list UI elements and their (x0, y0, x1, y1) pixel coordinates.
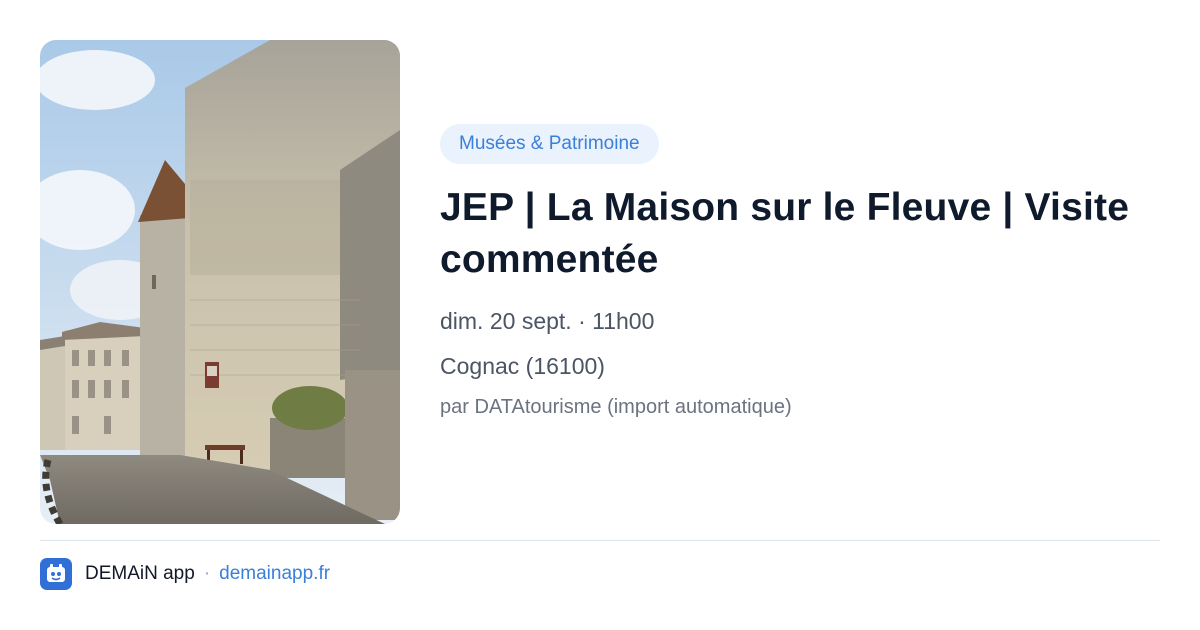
event-location: Cognac (16100) (440, 353, 605, 379)
app-name: DEMAiN app (85, 563, 195, 584)
event-preview-card[interactable]: Musées & Patrimoine JEP | La Maison sur … (0, 0, 1200, 630)
footer-divider (40, 540, 1160, 541)
event-title[interactable]: JEP | La Maison sur le Fleuve | Visite c… (440, 182, 1140, 286)
event-date: dim. 20 sept. · 11h00 (440, 308, 655, 334)
event-info: Musées & Patrimoine JEP | La Maison sur … (440, 124, 1140, 421)
category-badge: Musées & Patrimoine (440, 124, 659, 164)
event-author: par DATAtourisme (import automatique) (440, 396, 792, 418)
demain-app-logo-icon (40, 558, 72, 590)
site-link[interactable]: demainapp.fr (219, 563, 330, 585)
event-photo (40, 40, 400, 524)
footer-separator: · (203, 563, 211, 584)
footer: DEMAiN app · demainapp.fr (40, 558, 330, 590)
